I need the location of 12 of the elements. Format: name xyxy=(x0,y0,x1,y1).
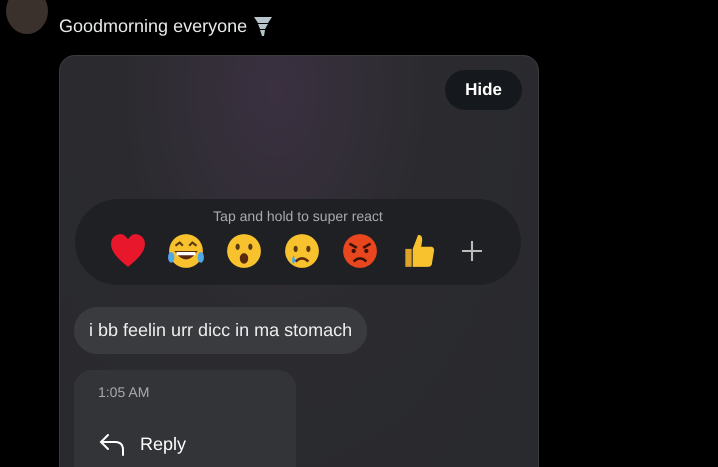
surprised-face-icon[interactable] xyxy=(225,232,263,270)
crying-face-icon[interactable] xyxy=(283,232,321,270)
hide-button[interactable]: Hide xyxy=(445,70,522,110)
reply-menu-item[interactable]: Reply xyxy=(98,432,272,456)
message-bubble: i bb feelin urr dicc in ma stomach xyxy=(74,307,368,354)
laughing-face-icon[interactable] xyxy=(167,232,205,270)
tornado-icon xyxy=(253,15,274,37)
post-text: Goodmorning everyone xyxy=(59,16,248,36)
message-time: 1:05 AM xyxy=(98,384,150,400)
angry-face-icon[interactable] xyxy=(341,232,379,270)
reaction-hint: Tap and hold to super react xyxy=(213,208,383,224)
reply-arrow-icon xyxy=(98,432,126,456)
